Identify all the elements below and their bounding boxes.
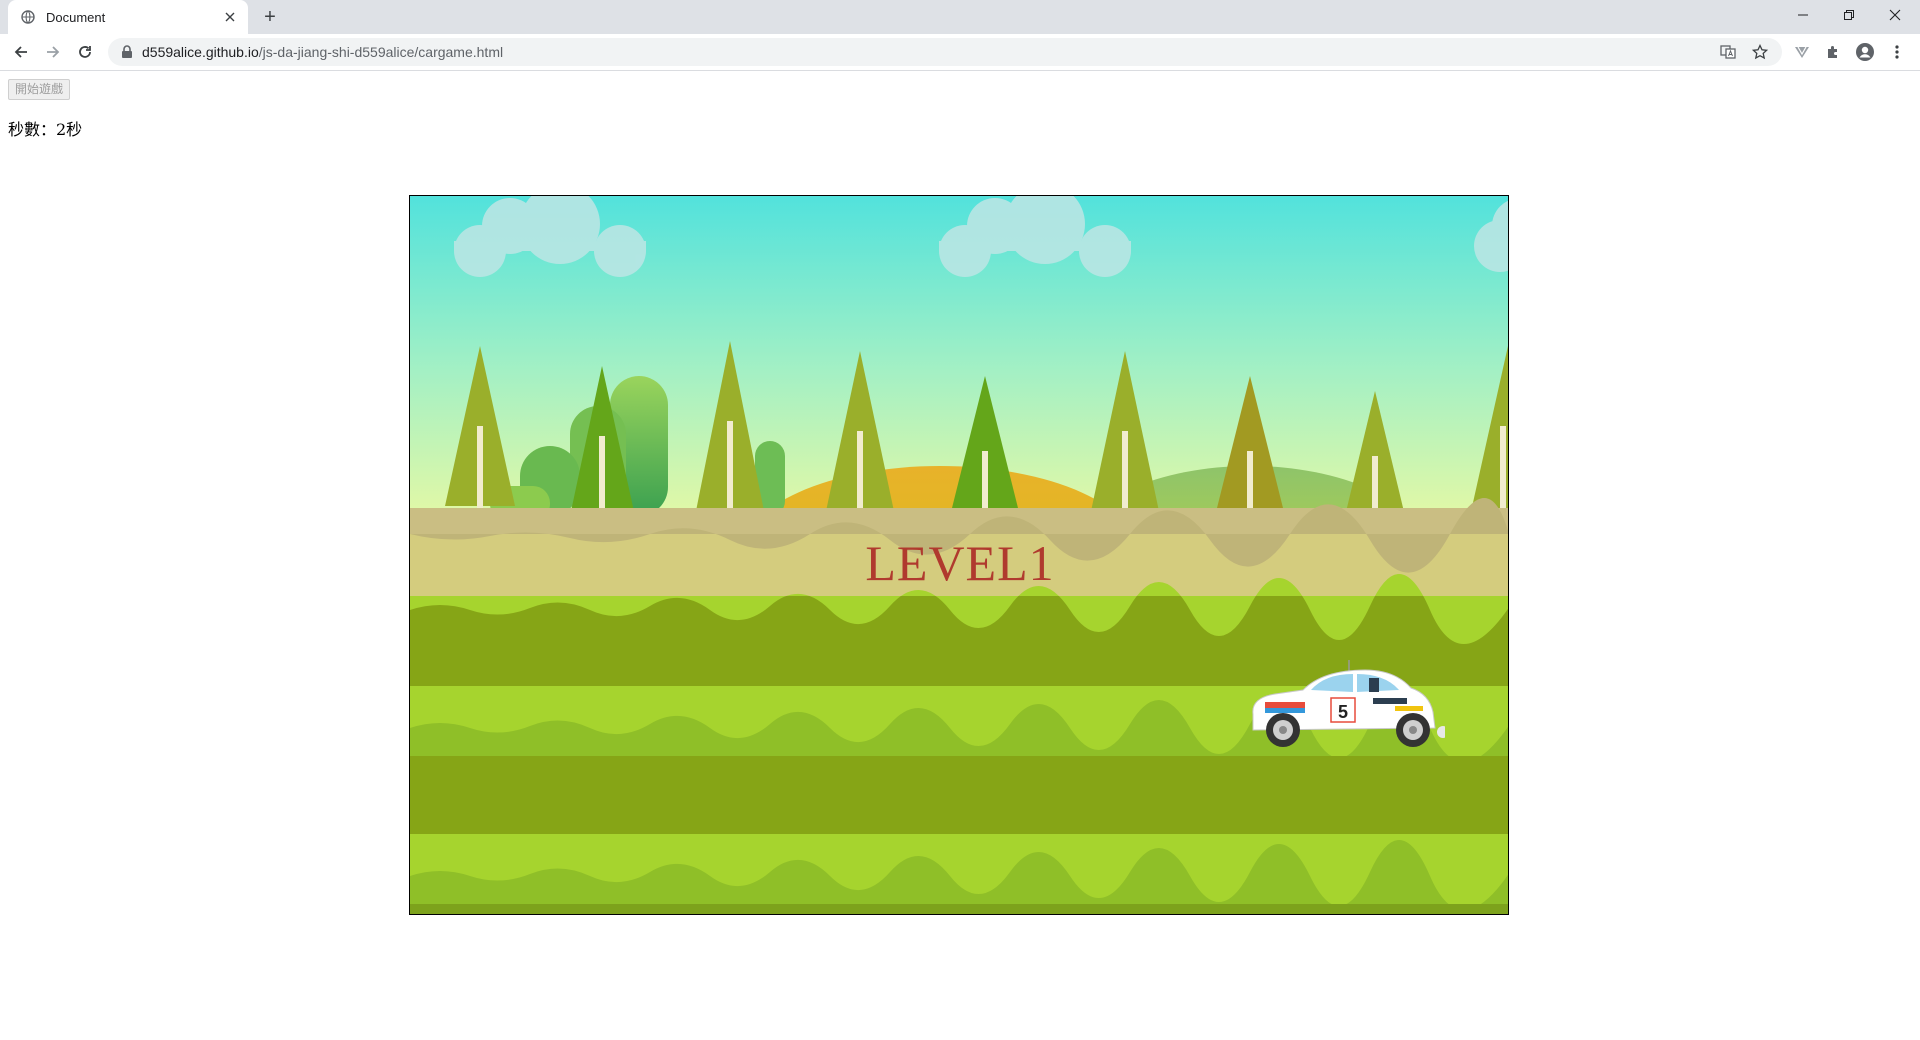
globe-icon <box>20 9 36 25</box>
window-close-icon[interactable] <box>1872 0 1918 30</box>
profile-icon[interactable] <box>1854 41 1876 63</box>
translate-icon[interactable] <box>1718 42 1738 62</box>
player-car[interactable]: 5 <box>1245 658 1445 748</box>
url-host: d559alice.github.io <box>142 44 259 60</box>
seconds-counter: 秒數：2秒 <box>8 120 83 139</box>
url-text: d559alice.github.io/js-da-jiang-shi-d559… <box>142 44 503 60</box>
minimize-icon[interactable] <box>1780 0 1826 30</box>
game-canvas[interactable]: LEVEL1 5 <box>409 195 1509 915</box>
lock-icon[interactable] <box>120 45 134 59</box>
start-game-button[interactable]: 開始遊戲 <box>8 79 71 100</box>
url-path: /js-da-jiang-shi-d559alice/cargame.html <box>258 44 504 60</box>
close-icon[interactable] <box>222 9 238 25</box>
address-bar[interactable]: d559alice.github.io/js-da-jiang-shi-d559… <box>108 38 1782 66</box>
menu-dots-icon[interactable] <box>1886 41 1908 63</box>
level-label: LEVEL1 <box>865 535 1055 591</box>
browser-toolbar: d559alice.github.io/js-da-jiang-shi-d559… <box>0 34 1920 71</box>
reload-icon[interactable] <box>72 39 98 65</box>
star-icon[interactable] <box>1750 42 1770 62</box>
restore-icon[interactable] <box>1826 0 1872 30</box>
car-number: 5 <box>1338 702 1348 722</box>
new-tab-button[interactable]: + <box>258 5 282 29</box>
extension-v-icon[interactable] <box>1791 41 1813 63</box>
tab-strip: Document + <box>0 0 1920 34</box>
forward-icon[interactable] <box>40 39 66 65</box>
puzzle-icon[interactable] <box>1822 41 1844 63</box>
browser-tab[interactable]: Document <box>8 0 248 34</box>
tab-title: Document <box>46 9 106 25</box>
page-content: 開始遊戲 秒數：2秒 LEVEL1 5 <box>0 71 1920 1040</box>
back-icon[interactable] <box>8 39 34 65</box>
